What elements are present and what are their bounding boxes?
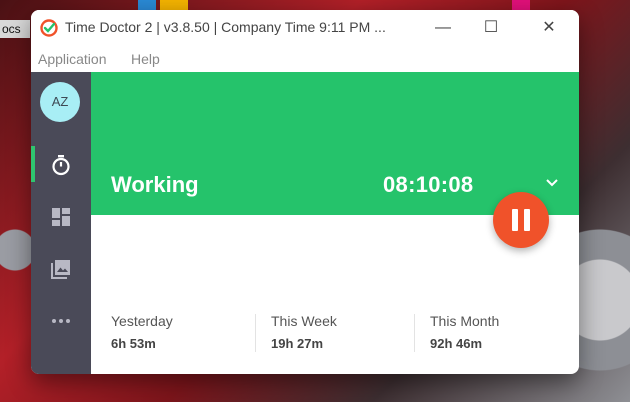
time-summary: Yesterday 6h 53m This Week 19h 27m This …: [91, 302, 579, 362]
window-title: Time Doctor 2 | v3.8.50 | Company Time 9…: [65, 19, 386, 35]
stat-value: 19h 27m: [271, 336, 324, 351]
stat-yesterday: Yesterday 6h 53m: [91, 302, 251, 352]
time-doctor-logo-icon: [40, 19, 58, 37]
pause-icon: [512, 209, 518, 231]
maximize-icon: ☐: [483, 19, 499, 36]
maximize-button[interactable]: ☐: [479, 16, 503, 40]
stat-value: 6h 53m: [111, 336, 156, 351]
dashboard-icon: [52, 208, 70, 226]
work-status: Working: [111, 172, 199, 197]
stat-label: This Week: [271, 313, 337, 329]
stat-value: 92h 46m: [430, 336, 483, 351]
tracker-panel: Working 08:10:08: [91, 72, 579, 215]
menu-bar: Application Help: [31, 46, 579, 72]
gallery-icon: [51, 260, 70, 279]
stat-this-week: This Week 19h 27m: [251, 302, 411, 352]
sidebar-item-more[interactable]: [31, 302, 91, 342]
close-button[interactable]: ✕: [537, 16, 561, 40]
menu-application[interactable]: Application: [38, 51, 107, 67]
menu-help[interactable]: Help: [131, 51, 160, 67]
stat-this-month: This Month 92h 46m: [410, 302, 570, 352]
elapsed-timer: 08:10:08: [383, 172, 474, 197]
desktop-icon-label[interactable]: ocs: [0, 20, 30, 38]
stat-label: Yesterday: [111, 313, 173, 329]
minimize-icon: —: [435, 19, 451, 36]
title-bar[interactable]: Time Doctor 2 | v3.8.50 | Company Time 9…: [31, 10, 579, 46]
more-icon: [52, 319, 70, 323]
close-icon: ✕: [542, 19, 556, 36]
timer-icon: [52, 155, 70, 176]
pause-button[interactable]: [493, 192, 549, 248]
minimize-button[interactable]: —: [431, 16, 455, 40]
avatar[interactable]: AZ: [40, 82, 80, 122]
sidebar-item-timer[interactable]: [31, 146, 91, 186]
time-doctor-window: Time Doctor 2 | v3.8.50 | Company Time 9…: [31, 10, 579, 374]
sidebar-item-screenshots[interactable]: [31, 250, 91, 290]
stat-label: This Month: [430, 313, 500, 329]
sidebar: AZ: [31, 72, 91, 374]
pause-icon: [524, 209, 530, 231]
sidebar-item-dashboard[interactable]: [31, 198, 91, 238]
chevron-down-icon[interactable]: [545, 178, 559, 188]
